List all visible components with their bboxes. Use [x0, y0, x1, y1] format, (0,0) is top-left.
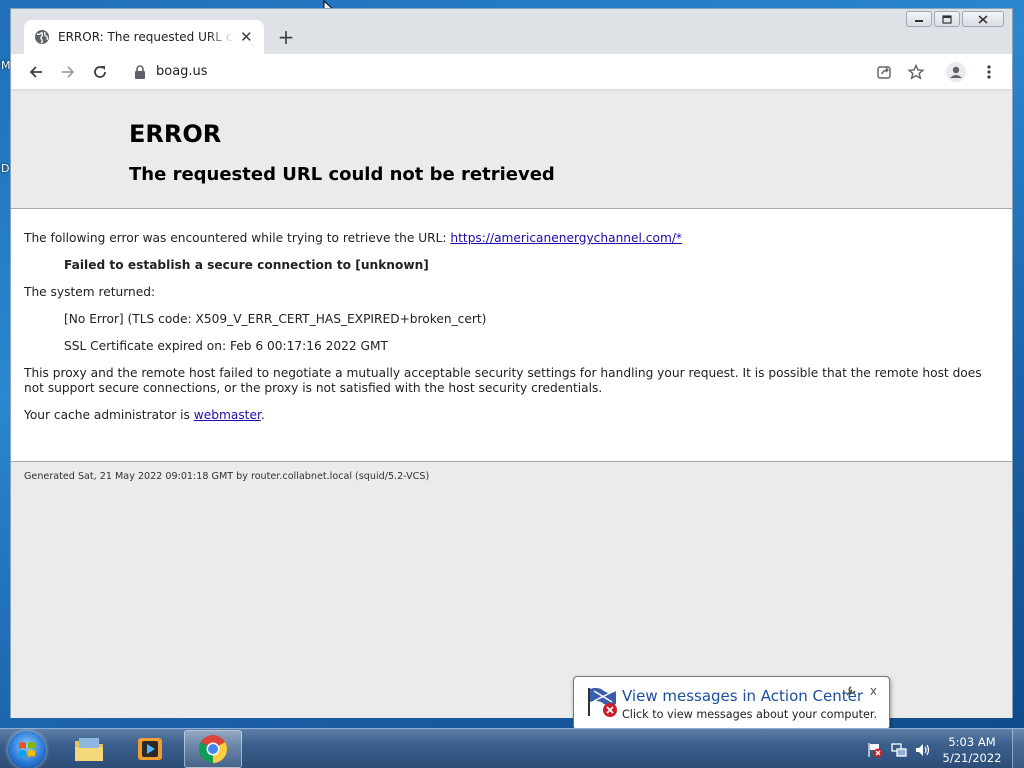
ssl-expired-text: SSL Certificate expired on: Feb 6 00:17:…	[64, 339, 388, 353]
profile-button[interactable]	[944, 60, 968, 84]
admin-suffix: .	[260, 408, 265, 422]
window-controls	[906, 11, 1004, 27]
tls-error-text: [No Error] (TLS code: X509_V_ERR_CERT_HA…	[64, 312, 487, 326]
page-content: ERROR The requested URL could not be ret…	[11, 91, 1012, 718]
balloon-close-icon[interactable]: x	[870, 684, 877, 698]
network-icon[interactable]	[891, 742, 907, 758]
windows-logo-icon	[19, 742, 35, 757]
restore-icon	[942, 14, 952, 24]
clock-date: 5/21/2022	[942, 751, 1002, 765]
kebab-menu-icon	[987, 65, 991, 79]
error-intro: The following error was encountered whil…	[24, 231, 999, 246]
error-subtitle: The requested URL could not be retrieved	[129, 164, 555, 185]
taskbar-media-player[interactable]	[121, 730, 179, 768]
balloon-text: Click to view messages about your comput…	[622, 708, 878, 721]
lock-icon[interactable]	[134, 65, 146, 79]
error-body: The following error was encountered whil…	[11, 209, 1012, 462]
arrow-left-icon	[29, 66, 42, 78]
close-window-button[interactable]	[962, 11, 1004, 27]
minimize-icon	[915, 20, 923, 22]
forward-button[interactable]	[56, 60, 80, 84]
arrow-right-icon	[62, 66, 75, 78]
wrench-icon[interactable]	[845, 685, 857, 697]
taskbar-chrome[interactable]	[184, 730, 242, 768]
browser-tab[interactable]: ERROR: The requested URL could not be re…	[24, 20, 264, 54]
minimize-button[interactable]	[906, 11, 932, 27]
share-icon	[877, 66, 891, 79]
clock-time: 5:03 AM	[948, 735, 996, 749]
taskbar: 5:03 AM 5/21/2022	[0, 728, 1024, 768]
close-icon	[978, 14, 988, 24]
taskbar-explorer[interactable]	[60, 730, 118, 768]
globe-icon	[35, 30, 49, 44]
system-clock[interactable]: 5:03 AM 5/21/2022	[942, 734, 1002, 766]
back-button[interactable]	[24, 60, 48, 84]
new-tab-button[interactable]: +	[274, 25, 298, 49]
avatar-icon	[946, 62, 966, 82]
star-icon	[908, 64, 924, 80]
reload-button[interactable]	[88, 60, 112, 84]
system-returned-label: The system returned:	[24, 285, 156, 299]
admin-prefix: Your cache administrator is	[24, 408, 194, 422]
action-center-flag-icon	[588, 687, 617, 717]
volume-icon[interactable]	[914, 742, 932, 758]
action-center-balloon[interactable]: View messages in Action Center Click to …	[573, 676, 890, 730]
webmaster-link[interactable]: webmaster	[194, 408, 261, 422]
desktop-icon-label[interactable]: D	[1, 162, 9, 175]
start-button[interactable]	[8, 731, 46, 768]
error-header: ERROR The requested URL could not be ret…	[11, 91, 1012, 209]
url-text[interactable]: boag.us	[156, 64, 208, 79]
failure-message: Failed to establish a secure connection …	[64, 258, 429, 272]
reload-icon	[94, 66, 106, 78]
error-title: ERROR	[129, 120, 222, 148]
media-player-icon	[138, 738, 162, 760]
browser-window: ERROR: The requested URL could not be re…	[10, 8, 1013, 718]
menu-button[interactable]	[977, 60, 1001, 84]
maximize-button[interactable]	[934, 11, 960, 27]
show-desktop-button[interactable]	[1012, 729, 1024, 768]
tab-title: ERROR: The requested URL could not be re…	[58, 30, 234, 44]
generated-footer: Generated Sat, 21 May 2022 09:01:18 GMT …	[24, 471, 430, 482]
chrome-icon	[199, 735, 227, 763]
tab-close-icon[interactable]: ✕	[240, 28, 253, 46]
admin-line: Your cache administrator is webmaster.	[24, 408, 999, 423]
intro-text: The following error was encountered whil…	[24, 231, 451, 245]
share-button[interactable]	[872, 60, 896, 84]
balloon-title[interactable]: View messages in Action Center	[622, 687, 863, 705]
requested-url-link[interactable]: https://americanenergychannel.com/*	[450, 231, 682, 245]
tab-strip: ERROR: The requested URL could not be re…	[11, 9, 1012, 54]
folder-icon	[75, 738, 103, 761]
browser-toolbar: boag.us	[11, 54, 1012, 90]
explanation-text: This proxy and the remote host failed to…	[24, 366, 982, 395]
action-center-tray-icon[interactable]	[867, 742, 883, 758]
bookmark-button[interactable]	[904, 60, 928, 84]
